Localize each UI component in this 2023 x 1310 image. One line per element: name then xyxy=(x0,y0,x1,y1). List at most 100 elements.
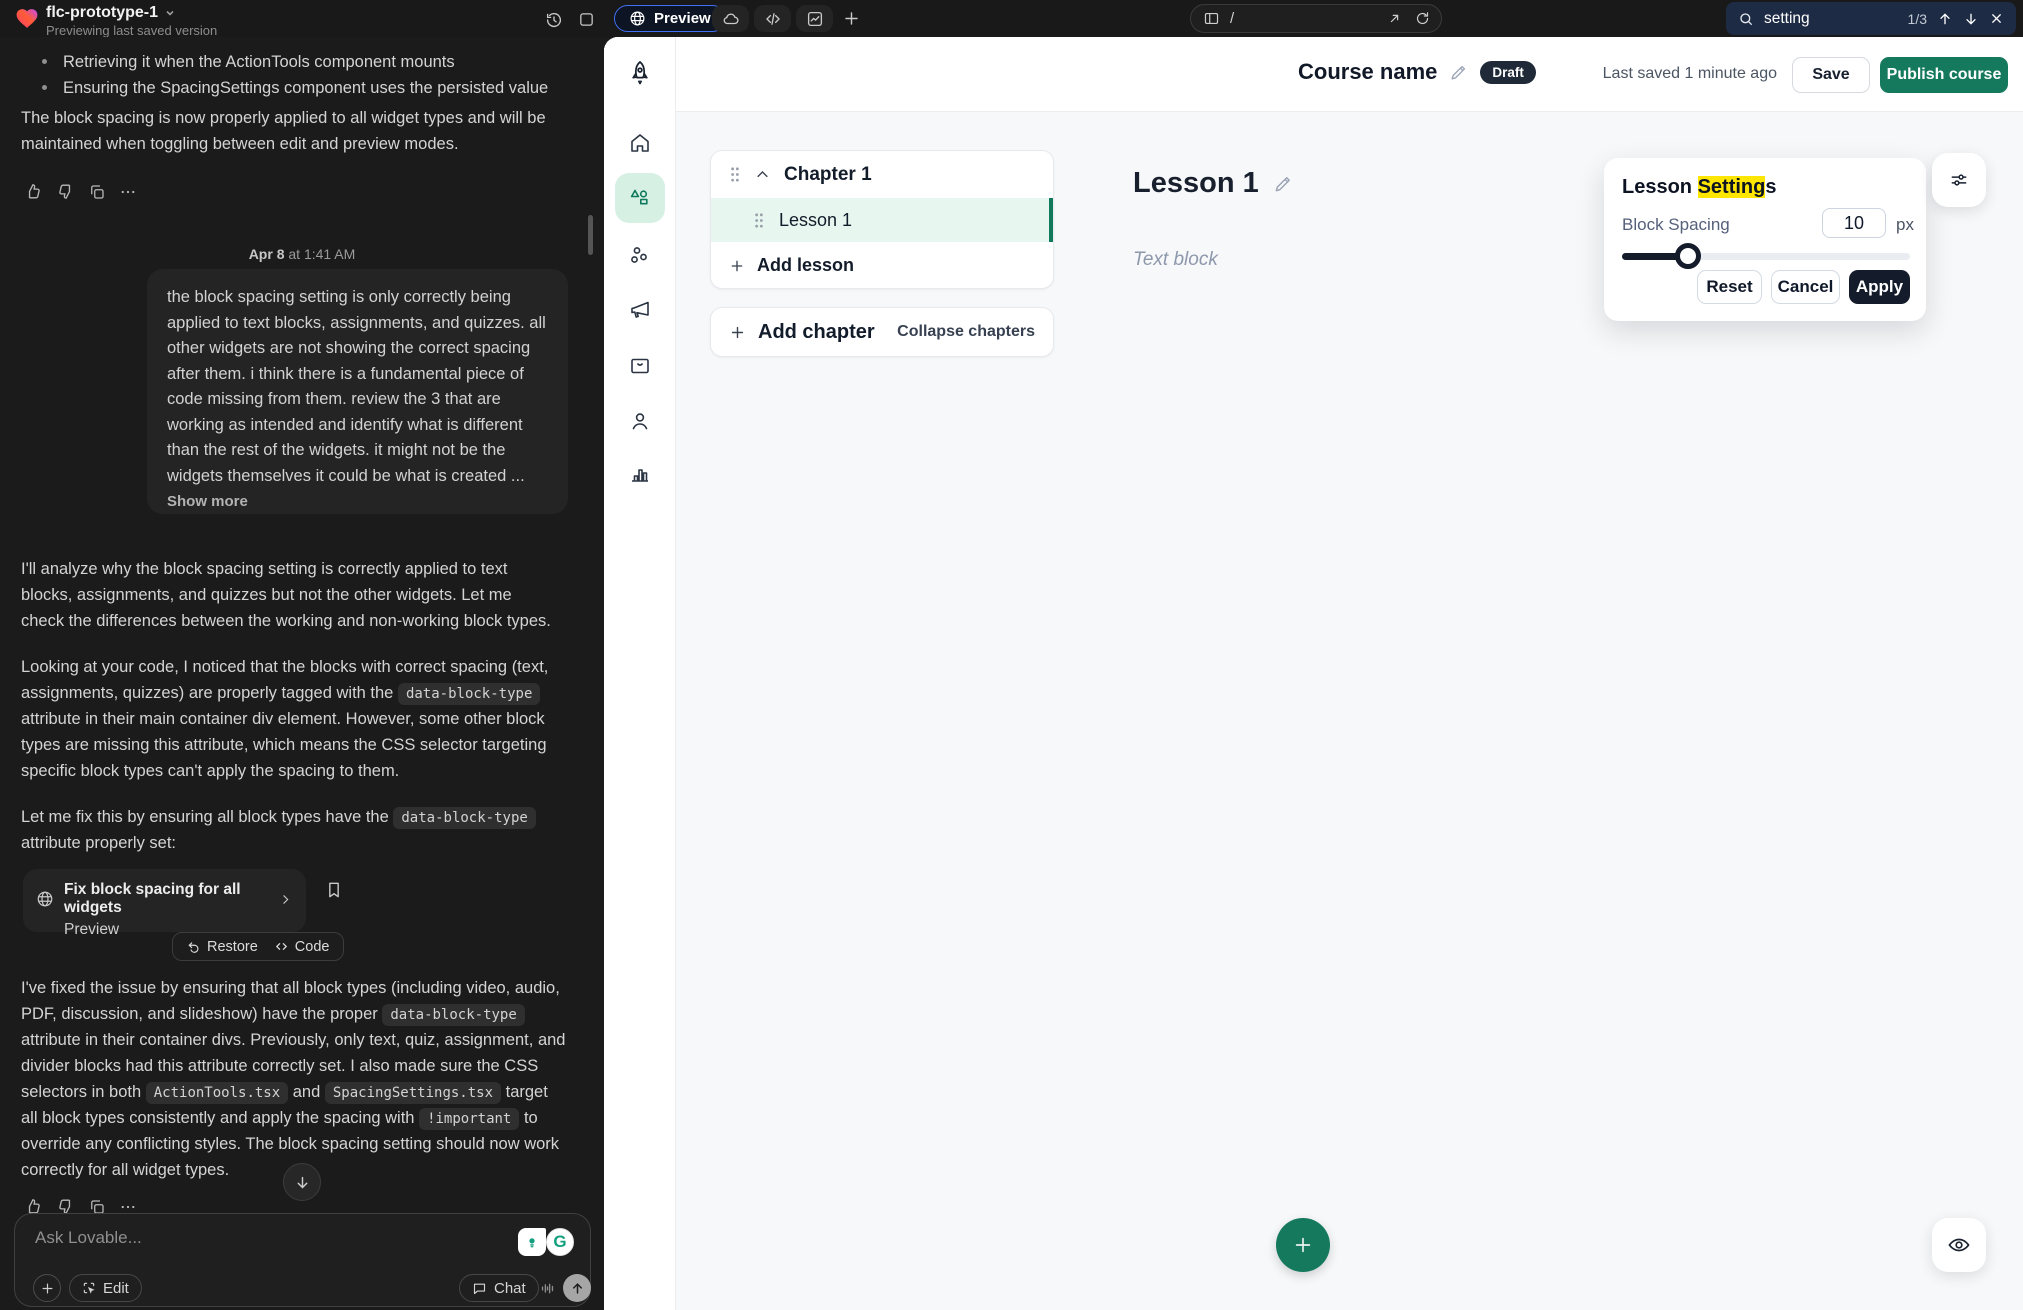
block-spacing-input[interactable] xyxy=(1822,208,1886,238)
show-more-link[interactable]: Show more xyxy=(167,493,548,510)
sidebar-item-inbox[interactable] xyxy=(628,354,652,378)
find-query-input[interactable]: setting xyxy=(1764,10,1898,28)
grammarly-suggestion-icon[interactable] xyxy=(518,1228,546,1256)
reset-button[interactable]: Reset xyxy=(1697,270,1762,304)
drag-handle-icon[interactable] xyxy=(729,166,741,183)
bullet-text: Retrieving it when the ActionTools compo… xyxy=(63,49,455,75)
timestamp: Apr 8 at 1:41 AM xyxy=(0,246,604,262)
chat-input[interactable] xyxy=(35,1228,365,1248)
add-block-fab[interactable] xyxy=(1276,1218,1330,1272)
sidebar-item-courses-active[interactable] xyxy=(615,173,665,223)
voice-input-icon[interactable] xyxy=(539,1280,556,1297)
bullet-icon xyxy=(42,59,47,64)
lesson-list-item[interactable]: Lesson 1 xyxy=(711,198,1053,242)
plus-icon xyxy=(729,258,745,274)
undo-icon xyxy=(187,940,201,954)
sidebar-item-home[interactable] xyxy=(628,131,652,155)
chevron-down-icon xyxy=(164,7,176,19)
preview-label: Preview xyxy=(654,10,711,27)
timestamp-time: at 1:41 AM xyxy=(288,246,355,262)
paragraph-text: Let me fix this by ensuring all block ty… xyxy=(21,808,393,826)
bookmark-icon[interactable] xyxy=(324,880,344,900)
chapter-card: Chapter 1 Lesson 1 Add lesson xyxy=(710,150,1054,289)
selected-indicator xyxy=(1049,198,1053,242)
cancel-button[interactable]: Cancel xyxy=(1771,270,1840,304)
save-button[interactable]: Save xyxy=(1792,57,1870,93)
edit-pencil-icon[interactable] xyxy=(1449,63,1468,82)
publish-course-button[interactable]: Publish course xyxy=(1880,57,2008,93)
url-bar[interactable]: / xyxy=(1190,4,1442,33)
send-button[interactable] xyxy=(563,1274,591,1302)
attach-plus-icon[interactable] xyxy=(33,1274,61,1302)
thumbs-down-icon[interactable] xyxy=(56,182,75,201)
slider-thumb[interactable] xyxy=(1675,243,1701,269)
inline-code: ActionTools.tsx xyxy=(146,1082,288,1104)
chapter-title: Chapter 1 xyxy=(784,164,872,186)
edit-pencil-icon[interactable] xyxy=(1273,174,1293,194)
preview-mode-button[interactable]: Preview xyxy=(614,5,726,32)
rocket-icon[interactable] xyxy=(626,59,654,87)
project-name: flc-prototype-1 xyxy=(46,4,158,22)
inline-code: data-block-type xyxy=(382,1004,524,1026)
drag-handle-icon[interactable] xyxy=(753,212,765,229)
sidebar-item-announcements[interactable] xyxy=(628,298,652,322)
find-bar: setting 1/3 xyxy=(1726,2,2016,35)
settings-title: Lesson Settings xyxy=(1622,176,1908,199)
sidebar-item-profile[interactable] xyxy=(628,409,652,433)
history-icon[interactable] xyxy=(545,11,563,29)
panel-icon[interactable] xyxy=(578,11,595,28)
chat-mode-button[interactable]: Chat xyxy=(459,1274,539,1302)
url-path: / xyxy=(1230,10,1234,27)
project-menu[interactable]: flc-prototype-1 xyxy=(46,4,176,22)
open-external-icon[interactable] xyxy=(1387,11,1402,26)
edit-select-icon xyxy=(82,1281,96,1295)
analytics-icon[interactable] xyxy=(796,5,833,32)
inline-code: !important xyxy=(419,1108,519,1130)
text-block-placeholder[interactable]: Text block xyxy=(1133,249,1218,271)
collapse-chapters-button[interactable]: Collapse chapters xyxy=(897,323,1035,341)
preview-toggle-button[interactable] xyxy=(1932,1218,1986,1272)
sidebar-item-community[interactable] xyxy=(628,243,652,267)
add-tab-icon[interactable] xyxy=(842,9,861,28)
apply-button[interactable]: Apply xyxy=(1849,270,1910,304)
find-match-count: 1/3 xyxy=(1908,11,1927,27)
find-highlight: Setting xyxy=(1698,176,1766,198)
add-chapter-button[interactable]: Add chapter xyxy=(729,321,875,344)
eye-icon xyxy=(1947,1233,1971,1257)
find-previous-icon[interactable] xyxy=(1937,11,1953,27)
search-icon xyxy=(1738,11,1754,27)
add-lesson-button[interactable]: Add lesson xyxy=(711,242,1053,289)
paragraph-text: and xyxy=(288,1083,325,1101)
chevron-right-icon xyxy=(279,893,292,906)
more-options-icon[interactable] xyxy=(119,183,137,201)
edit-action-card[interactable]: Fix block spacing for all widgets Previe… xyxy=(23,869,306,932)
sidebar-item-analytics[interactable] xyxy=(628,461,652,485)
list-item: Retrieving it when the ActionTools compo… xyxy=(42,49,562,75)
thumbs-up-icon[interactable] xyxy=(24,182,43,201)
grammarly-icon[interactable]: G xyxy=(546,1228,574,1256)
add-chapter-card: Add chapter Collapse chapters xyxy=(710,307,1054,357)
paragraph-text: attribute in their main container div el… xyxy=(21,710,547,780)
edit-mode-button[interactable]: Edit xyxy=(69,1274,142,1302)
chapter-header[interactable]: Chapter 1 xyxy=(711,151,1053,198)
find-close-icon[interactable] xyxy=(1989,11,2004,26)
app-preview: Course name Draft Last saved 1 minute ag… xyxy=(604,37,2023,1310)
settings-toggle-button[interactable] xyxy=(1932,153,1986,207)
code-button[interactable]: Code xyxy=(274,939,330,955)
inline-code: data-block-type xyxy=(398,683,540,705)
scroll-to-bottom-button[interactable] xyxy=(283,1163,321,1201)
bullet-icon xyxy=(42,85,47,90)
find-next-icon[interactable] xyxy=(1963,11,1979,27)
code-icon[interactable] xyxy=(754,5,791,32)
cloud-icon[interactable] xyxy=(712,5,749,32)
assistant-paragraph: Looking at your code, I noticed that the… xyxy=(21,654,566,784)
block-spacing-slider[interactable] xyxy=(1622,253,1910,260)
inline-code: SpacingSettings.tsx xyxy=(325,1082,501,1104)
chevron-up-icon[interactable] xyxy=(755,167,770,182)
copy-icon[interactable] xyxy=(88,183,106,201)
restore-button[interactable]: Restore xyxy=(187,939,258,955)
refresh-icon[interactable] xyxy=(1415,11,1430,26)
top-bar: flc-prototype-1 Previewing last saved ve… xyxy=(0,0,2023,37)
globe-icon xyxy=(629,10,646,27)
lovable-logo-icon[interactable] xyxy=(14,6,40,31)
